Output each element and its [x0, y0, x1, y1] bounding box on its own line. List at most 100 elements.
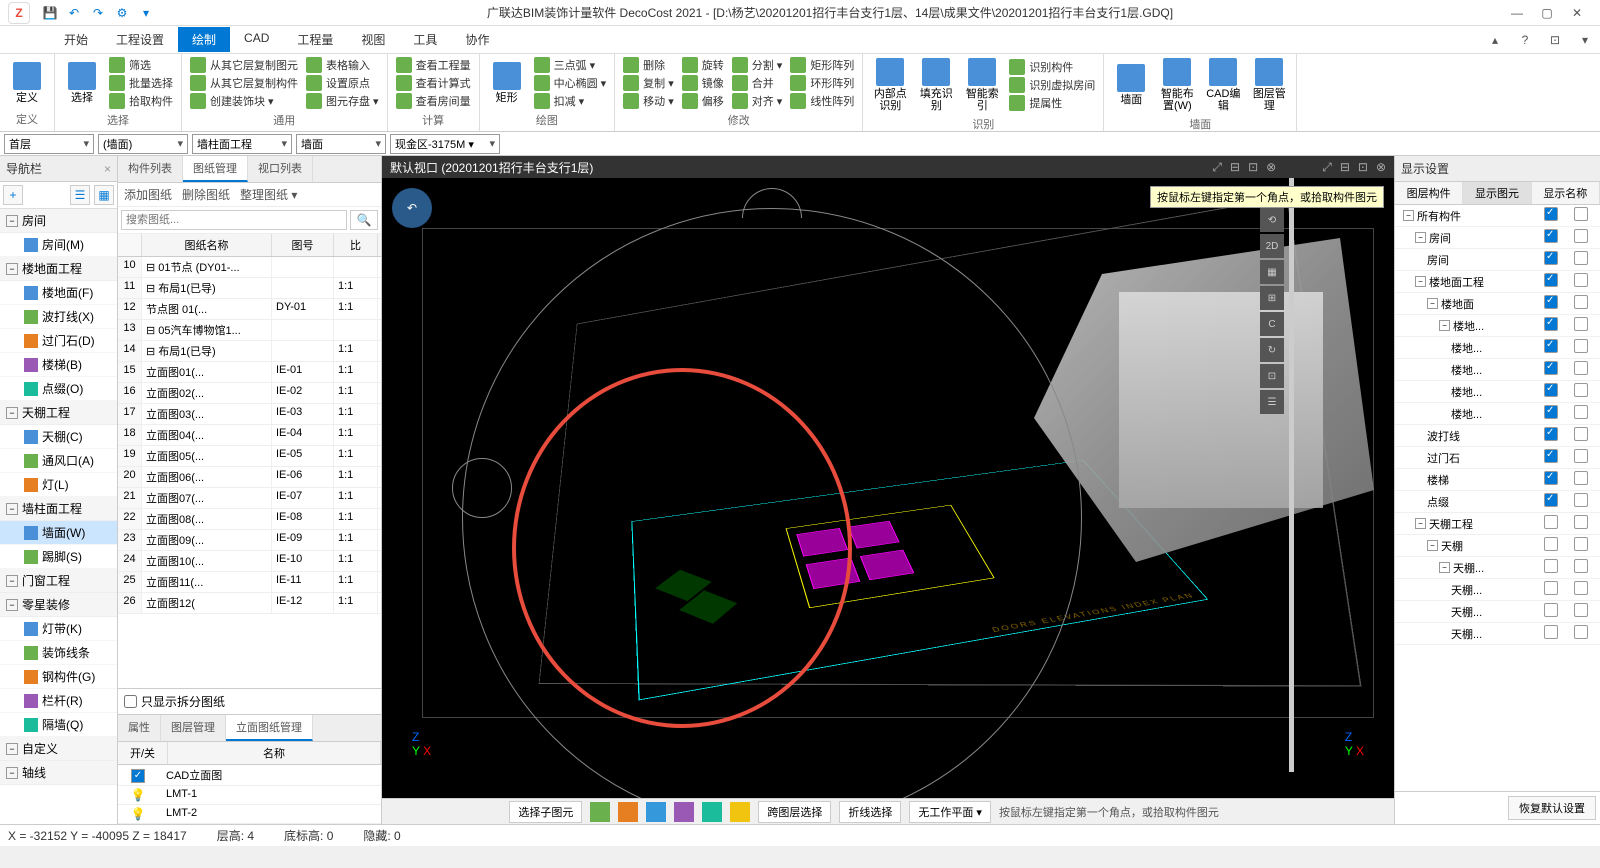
prop-row[interactable]: 💡LMT-1 — [118, 786, 381, 805]
category-combo[interactable]: (墙面) — [98, 134, 188, 154]
table-row[interactable]: 18 立面图04(...IE-041:1 — [118, 425, 381, 446]
table-row[interactable]: 16 立面图02(...IE-021:1 — [118, 383, 381, 404]
display-row[interactable]: 天棚... — [1395, 579, 1600, 601]
nav-item-楼地面(F)[interactable]: 楼地面(F) — [0, 281, 117, 305]
nav-item-通风口(A)[interactable]: 通风口(A) — [0, 449, 117, 473]
display-row[interactable]: −天棚... — [1395, 557, 1600, 579]
table-row[interactable]: 22 立面图08(...IE-081:1 — [118, 509, 381, 530]
table-row[interactable]: 20 立面图06(...IE-061:1 — [118, 467, 381, 488]
ribbon-矩形阵列[interactable]: 矩形阵列 — [786, 56, 858, 74]
display-row[interactable]: 楼地... — [1395, 337, 1600, 359]
vp-ctrl-icon[interactable]: ⤢ — [1212, 160, 1222, 175]
show-name-checkbox[interactable] — [1574, 405, 1588, 419]
show-name-checkbox[interactable] — [1574, 273, 1588, 287]
table-row[interactable]: 23 立面图09(...IE-091:1 — [118, 530, 381, 551]
show-element-checkbox[interactable] — [1544, 427, 1558, 441]
ribbon-定义[interactable]: 定义 — [4, 56, 50, 109]
workplane-combo[interactable]: 无工作平面 ▾ — [909, 801, 991, 823]
show-name-checkbox[interactable] — [1574, 493, 1588, 507]
table-row[interactable]: 14⊟ 布局1(已导)1:1 — [118, 341, 381, 362]
ribbon-环形阵列[interactable]: 环形阵列 — [786, 74, 858, 92]
vp-ctrl-icon[interactable]: ⊡ — [1248, 160, 1258, 175]
show-name-checkbox[interactable] — [1574, 317, 1588, 331]
ribbon-复制 ▾[interactable]: 复制 ▾ — [619, 74, 678, 92]
prop-tab-图层管理[interactable]: 图层管理 — [161, 715, 226, 741]
show-element-checkbox[interactable] — [1544, 229, 1558, 243]
ribbon-图元存盘 ▾[interactable]: 图元存盘 ▾ — [302, 92, 383, 110]
close-button[interactable]: ✕ — [1562, 1, 1592, 25]
ribbon-移动 ▾[interactable]: 移动 ▾ — [619, 92, 678, 110]
vp-tool-icon[interactable] — [646, 802, 666, 822]
help-icon[interactable]: ? — [1516, 31, 1534, 49]
ribbon-CAD编辑[interactable]: CAD编辑 — [1200, 56, 1246, 114]
ribbon-批量选择[interactable]: 批量选择 — [105, 74, 177, 92]
ribbon-创建装饰块 ▾[interactable]: 创建装饰块 ▾ — [186, 92, 302, 110]
ribbon-查看工程量[interactable]: 查看工程量 — [392, 56, 475, 74]
ribbon-识别虚拟房间[interactable]: 识别虚拟房间 — [1005, 76, 1099, 94]
nav-grid-icon[interactable]: ▦ — [94, 185, 114, 205]
viewport-splitter[interactable] — [1289, 178, 1294, 772]
display-row[interactable]: 楼地... — [1395, 381, 1600, 403]
table-row[interactable]: 11⊟ 布局1(已导)1:1 — [118, 278, 381, 299]
display-row[interactable]: 过门石 — [1395, 447, 1600, 469]
vp2-ctrl-icon[interactable]: ⊡ — [1358, 160, 1368, 175]
toolbar-整理图纸 ▾[interactable]: 整理图纸 ▾ — [240, 186, 297, 203]
nav-item-过门石(D)[interactable]: 过门石(D) — [0, 329, 117, 353]
prop-row[interactable]: 💡LMT-2 — [118, 805, 381, 824]
tab-构件列表[interactable]: 构件列表 — [118, 156, 183, 182]
show-name-checkbox[interactable] — [1574, 361, 1588, 375]
search-input[interactable] — [121, 210, 347, 230]
ribbon-筛选[interactable]: 筛选 — [105, 56, 177, 74]
show-element-checkbox[interactable] — [1544, 515, 1558, 529]
show-element-checkbox[interactable] — [1544, 603, 1558, 617]
ribbon-中心椭圆 ▾[interactable]: 中心椭圆 ▾ — [530, 74, 611, 92]
ribbon-表格输入[interactable]: 表格输入 — [302, 56, 383, 74]
nav-item-隔墙(Q)[interactable]: 隔墙(Q) — [0, 713, 117, 737]
nav-group-轴线[interactable]: −轴线 — [0, 761, 117, 785]
display-row[interactable]: −房间 — [1395, 227, 1600, 249]
display-row[interactable]: 楼地... — [1395, 359, 1600, 381]
display-row[interactable]: 房间 — [1395, 249, 1600, 271]
split-only-checkbox[interactable] — [124, 695, 137, 708]
vp-tool-icon[interactable]: ⟲ — [1260, 208, 1284, 232]
show-name-checkbox[interactable] — [1574, 559, 1588, 573]
ribbon-图层管理[interactable]: 图层管理 — [1246, 56, 1292, 114]
tab-图纸管理[interactable]: 图纸管理 — [183, 156, 248, 182]
vp2-ctrl-icon[interactable]: ⤢ — [1322, 160, 1332, 175]
show-name-checkbox[interactable] — [1574, 229, 1588, 243]
vp2-ctrl-icon[interactable]: ⊗ — [1376, 160, 1386, 175]
ribbon-提属性[interactable]: 提属性 — [1005, 94, 1099, 112]
nav-item-天棚(C)[interactable]: 天棚(C) — [0, 425, 117, 449]
table-row[interactable]: 13⊟ 05汽车博物馆1... — [118, 320, 381, 341]
toolbar-添加图纸[interactable]: 添加图纸 — [124, 186, 172, 203]
show-name-checkbox[interactable] — [1574, 581, 1588, 595]
nav-add-icon[interactable]: + — [3, 185, 23, 205]
ribbon-智能布置(W)[interactable]: 智能布置(W) — [1154, 56, 1200, 114]
show-name-checkbox[interactable] — [1574, 449, 1588, 463]
ribbon-填充识别[interactable]: 填充识别 — [913, 56, 959, 114]
nav-group-房间[interactable]: −房间 — [0, 209, 117, 233]
nav-item-灯(L)[interactable]: 灯(L) — [0, 473, 117, 497]
show-name-checkbox[interactable] — [1574, 207, 1588, 221]
show-name-checkbox[interactable] — [1574, 383, 1588, 397]
table-row[interactable]: 17 立面图03(...IE-031:1 — [118, 404, 381, 425]
collapse-ribbon-icon[interactable]: ▴ — [1486, 31, 1504, 49]
ribbon-对齐 ▾[interactable]: 对齐 ▾ — [728, 92, 787, 110]
ribbon-镜像[interactable]: 镜像 — [678, 74, 728, 92]
show-name-checkbox[interactable] — [1574, 251, 1588, 265]
show-element-checkbox[interactable] — [1544, 317, 1558, 331]
vp-tool-icon[interactable]: ☰ — [1260, 390, 1284, 414]
menu-dropdown-icon[interactable]: ▾ — [1576, 31, 1594, 49]
table-row[interactable]: 10⊟ 01节点 (DY01-... — [118, 257, 381, 278]
display-row[interactable]: 波打线 — [1395, 425, 1600, 447]
table-row[interactable]: 12 节点图 01(...DY-011:1 — [118, 299, 381, 320]
display-row[interactable]: −天棚工程 — [1395, 513, 1600, 535]
ribbon-查看房间量[interactable]: 查看房间量 — [392, 92, 475, 110]
table-row[interactable]: 26 立面图12(IE-121:1 — [118, 593, 381, 614]
menu-视图[interactable]: 视图 — [347, 27, 399, 52]
vp-tool-icon[interactable]: ▦ — [1260, 260, 1284, 284]
ribbon-设置原点[interactable]: 设置原点 — [302, 74, 383, 92]
show-element-checkbox[interactable] — [1544, 449, 1558, 463]
back-button-icon[interactable]: ↶ — [392, 188, 432, 228]
toolbar-删除图纸[interactable]: 删除图纸 — [182, 186, 230, 203]
